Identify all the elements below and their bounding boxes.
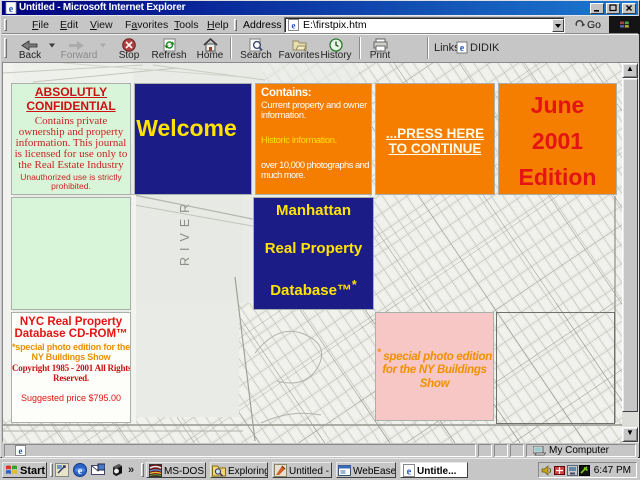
svg-text:e: e [460, 43, 465, 54]
svg-text:e: e [19, 446, 23, 456]
svg-text:RIVER: RIVER [178, 198, 192, 266]
svg-text:e: e [407, 467, 412, 478]
svg-text:e: e [292, 21, 296, 31]
svg-text:e: e [9, 4, 14, 14]
svg-text:e: e [78, 466, 83, 477]
